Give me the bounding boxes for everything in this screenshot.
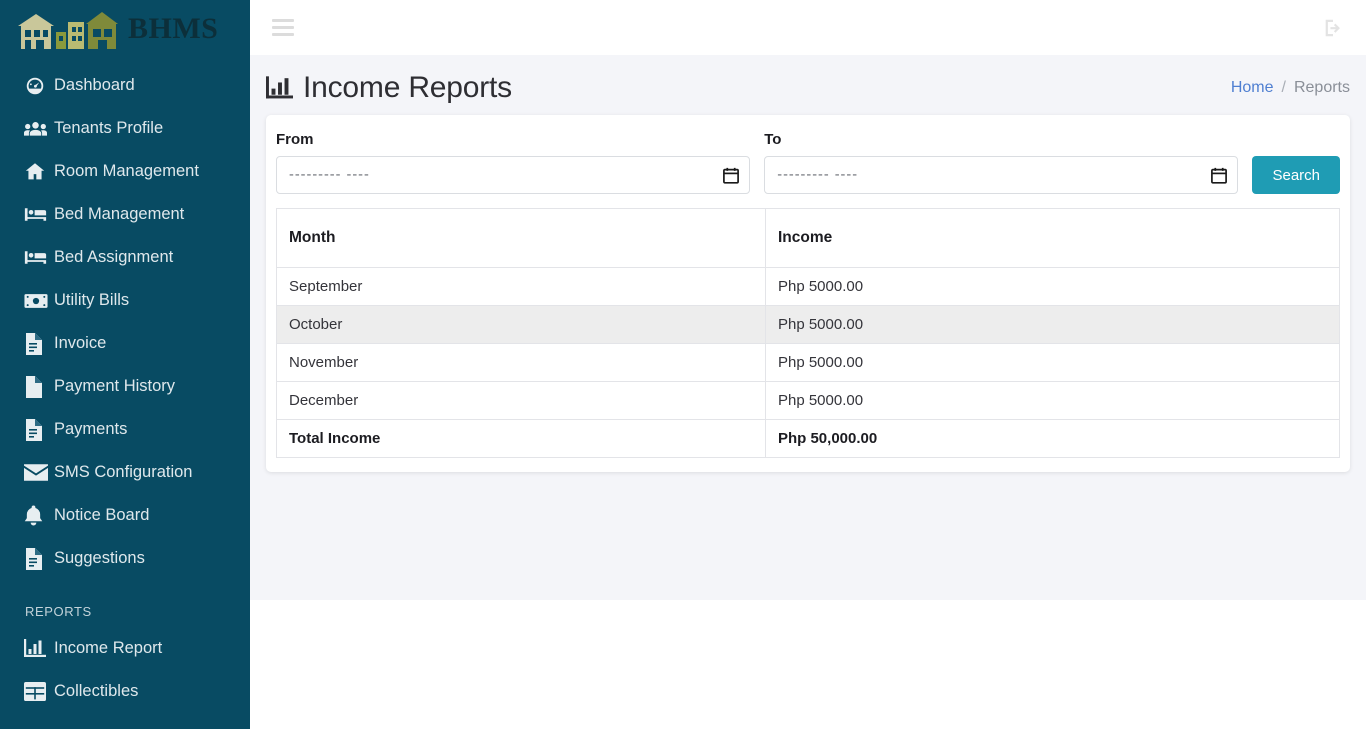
sidebar-item-suggestions[interactable]: Suggestions xyxy=(0,537,250,580)
total-value: Php 50,000.00 xyxy=(764,419,1341,458)
money-bill-icon xyxy=(24,293,54,309)
sign-out-icon[interactable] xyxy=(1322,17,1344,39)
file-icon xyxy=(24,375,54,398)
sidebar-item-label: SMS Configuration xyxy=(54,463,193,482)
sidebar-item-label: Income Report xyxy=(54,639,163,658)
table-head: Month Income xyxy=(276,208,1341,268)
hamburger-bar xyxy=(272,19,294,22)
column-header-month: Month xyxy=(276,208,766,268)
brand-name: BHMS xyxy=(128,12,219,45)
sidebar-item-label: Payment History xyxy=(54,377,176,396)
bed-icon xyxy=(24,249,54,266)
search-button[interactable]: Search xyxy=(1252,156,1340,194)
table-row: September Php 5000.00 xyxy=(276,267,1341,306)
cell-income: Php 5000.00 xyxy=(764,343,1341,382)
from-date-input[interactable]: --------- ---- xyxy=(276,156,751,194)
sidebar-item-bed-assignment[interactable]: Bed Assignment xyxy=(0,236,250,279)
table-header-row: Month Income xyxy=(276,208,1341,268)
sidebar-nav-reports: Income Report Collectibles xyxy=(0,627,250,713)
sidebar-nav: Dashboard Tenants Profile Room Managemen… xyxy=(0,60,250,580)
page-title-text: Income Reports xyxy=(303,71,512,104)
sidebar-item-label: Tenants Profile xyxy=(54,119,164,138)
hamburger-icon[interactable] xyxy=(272,19,294,36)
total-label: Total Income xyxy=(276,419,766,458)
brand-logo-area[interactable]: BHMS xyxy=(0,0,250,60)
sidebar-item-label: Bed Management xyxy=(54,205,185,224)
sidebar-item-label: Collectibles xyxy=(54,682,139,701)
breadcrumb-home[interactable]: Home xyxy=(1231,79,1274,97)
bed-icon xyxy=(24,206,54,223)
table-row: December Php 5000.00 xyxy=(276,381,1341,420)
sidebar-item-label: Payments xyxy=(54,420,128,439)
sidebar-item-tenants-profile[interactable]: Tenants Profile xyxy=(0,107,250,150)
column-header-income: Income xyxy=(764,208,1341,268)
file-invoice-icon xyxy=(24,418,54,441)
sidebar-item-utility-bills[interactable]: Utility Bills xyxy=(0,279,250,322)
calendar-icon[interactable] xyxy=(1211,167,1228,184)
sidebar-item-notice-board[interactable]: Notice Board xyxy=(0,494,250,537)
file-invoice-icon xyxy=(24,547,54,570)
sidebar-item-payment-history[interactable]: Payment History xyxy=(0,365,250,408)
sidebar-item-bed-management[interactable]: Bed Management xyxy=(0,193,250,236)
cell-income: Php 5000.00 xyxy=(764,305,1341,344)
app-root: BHMS Dashboard Tenants Profile Room Mana… xyxy=(0,0,1366,729)
breadcrumb: Home / Reports xyxy=(1231,79,1350,97)
from-date-value: --------- ---- xyxy=(289,167,370,183)
hamburger-bar xyxy=(272,33,294,36)
sidebar-item-label: Room Management xyxy=(54,162,199,181)
envelope-icon xyxy=(24,464,54,481)
users-icon xyxy=(24,119,54,139)
cell-month: September xyxy=(276,267,766,306)
sidebar-section-reports: REPORTS xyxy=(25,604,92,619)
sidebar-item-label: Suggestions xyxy=(54,549,145,568)
topbar xyxy=(250,0,1366,55)
from-label: From xyxy=(276,131,314,148)
table-row: October Php 5000.00 xyxy=(276,305,1341,344)
chart-bar-icon xyxy=(266,75,293,101)
sidebar-item-payments[interactable]: Payments xyxy=(0,408,250,451)
sidebar-item-label: Bed Assignment xyxy=(54,248,174,267)
page-header: Income Reports Home / Reports xyxy=(250,55,1366,115)
tachometer-icon xyxy=(24,75,54,97)
breadcrumb-current: Reports xyxy=(1293,79,1350,96)
file-invoice-icon xyxy=(24,332,54,355)
to-date-input[interactable]: --------- ---- xyxy=(764,156,1239,194)
sidebar-item-label: Dashboard xyxy=(54,76,135,95)
sidebar-item-room-management[interactable]: Room Management xyxy=(0,150,250,193)
filter-row: From --------- ---- To --------- ---- Se… xyxy=(276,131,1340,202)
chart-bar-icon xyxy=(24,638,54,659)
report-card: From --------- ---- To --------- ---- Se… xyxy=(266,115,1350,472)
main-content: Income Reports Home / Reports From -----… xyxy=(250,55,1366,600)
building-skyline-icon xyxy=(14,10,134,50)
sidebar-item-income-report[interactable]: Income Report xyxy=(0,627,250,670)
sidebar-item-invoice[interactable]: Invoice xyxy=(0,322,250,365)
home-icon xyxy=(24,161,54,182)
table-body: September Php 5000.00 October Php 5000.0… xyxy=(276,267,1341,458)
sidebar: BHMS Dashboard Tenants Profile Room Mana… xyxy=(0,0,250,729)
table-total-row: Total Income Php 50,000.00 xyxy=(276,419,1341,458)
cell-month: October xyxy=(276,305,766,344)
to-date-value: --------- ---- xyxy=(777,167,859,183)
table-icon xyxy=(24,682,54,701)
sidebar-item-dashboard[interactable]: Dashboard xyxy=(0,64,250,107)
cell-income: Php 5000.00 xyxy=(764,267,1341,306)
cell-month: November xyxy=(276,343,766,382)
sidebar-item-sms-configuration[interactable]: SMS Configuration xyxy=(0,451,250,494)
hamburger-bar xyxy=(272,26,294,29)
income-table: Month Income September Php 5000.00 Octob… xyxy=(276,208,1341,458)
calendar-icon[interactable] xyxy=(723,167,740,184)
sidebar-item-label: Invoice xyxy=(54,334,107,353)
cell-month: December xyxy=(276,381,766,420)
to-field-group: To --------- ---- xyxy=(764,131,1239,194)
bell-icon xyxy=(24,505,54,527)
table-row: November Php 5000.00 xyxy=(276,343,1341,382)
sidebar-item-collectibles[interactable]: Collectibles xyxy=(0,670,250,713)
sidebar-item-label: Utility Bills xyxy=(54,291,130,310)
cell-income: Php 5000.00 xyxy=(764,381,1341,420)
breadcrumb-separator: / xyxy=(1281,79,1286,96)
to-label: To xyxy=(764,131,782,148)
from-field-group: From --------- ---- xyxy=(276,131,751,194)
page-title: Income Reports xyxy=(266,71,512,105)
sidebar-item-label: Notice Board xyxy=(54,506,150,525)
